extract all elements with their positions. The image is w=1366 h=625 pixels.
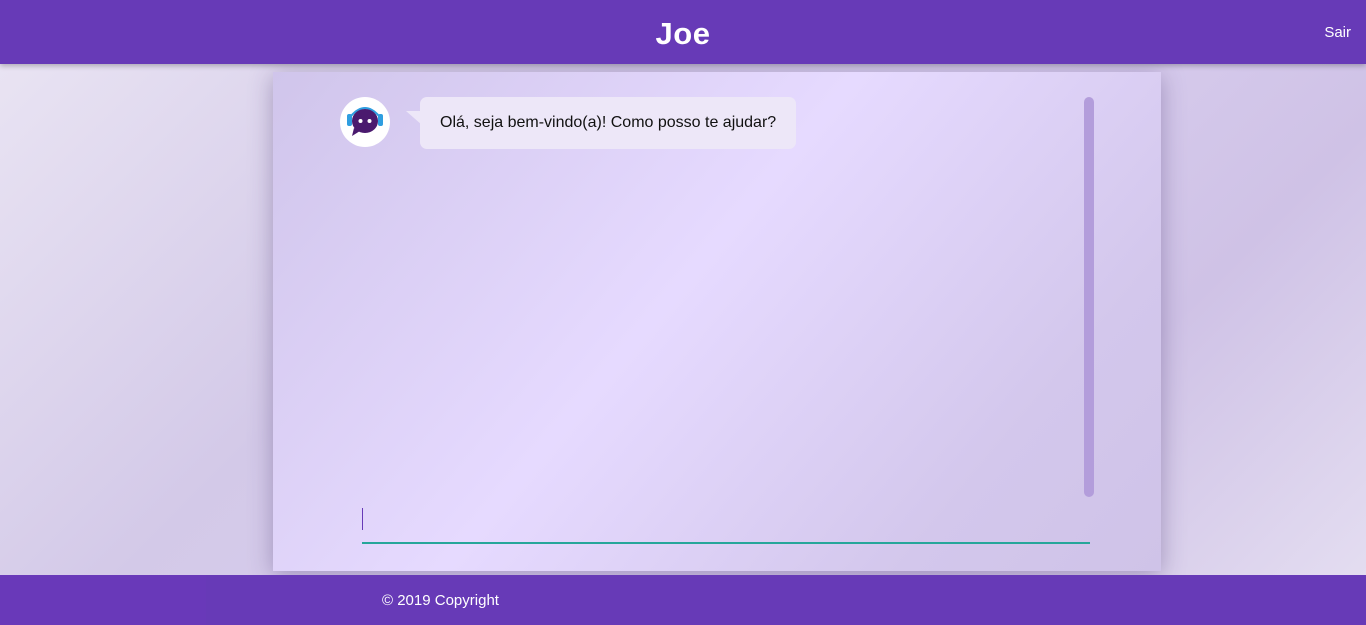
message-list: Olá, seja bem-vindo(a)! Como posso te aj… bbox=[273, 72, 1161, 492]
bot-avatar bbox=[340, 97, 390, 147]
bot-message: Olá, seja bem-vindo(a)! Como posso te aj… bbox=[340, 97, 840, 149]
app-title: Joe bbox=[655, 16, 711, 51]
chat-panel: Olá, seja bem-vindo(a)! Como posso te aj… bbox=[273, 72, 1161, 571]
top-app-bar: Joe Sair bbox=[0, 0, 1366, 64]
page-footer: © 2019 Copyright bbox=[0, 575, 1366, 625]
message-bubble: Olá, seja bem-vindo(a)! Como posso te aj… bbox=[420, 97, 797, 149]
message-list-scrollbar[interactable] bbox=[1084, 97, 1094, 497]
message-text: Olá, seja bem-vindo(a)! Como posso te aj… bbox=[440, 114, 777, 131]
chat-bubble-robot-icon bbox=[347, 107, 383, 136]
logout-link[interactable]: Sair bbox=[1324, 23, 1351, 43]
text-cursor bbox=[362, 508, 363, 530]
footer-left-panel bbox=[0, 575, 206, 625]
message-input[interactable] bbox=[362, 504, 1090, 544]
copyright-text: © 2019 Copyright bbox=[382, 592, 499, 609]
